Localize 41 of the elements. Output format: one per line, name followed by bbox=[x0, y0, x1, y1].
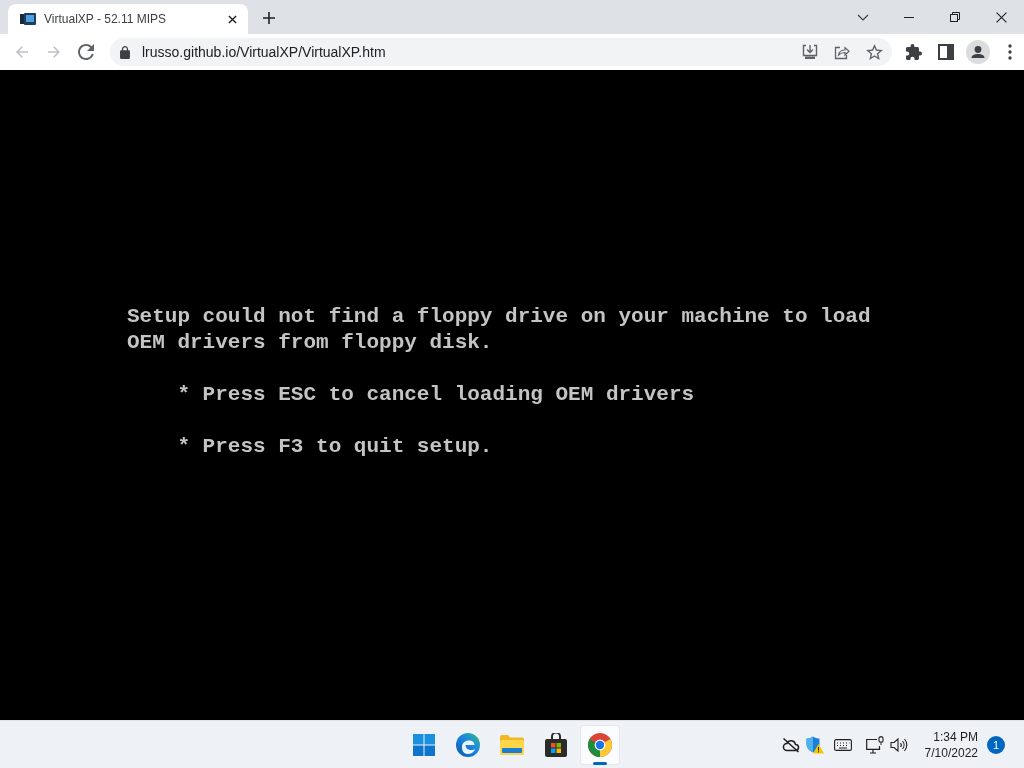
minimize-icon bbox=[904, 16, 914, 18]
clock-button[interactable]: 1:34 PM 7/10/2022 bbox=[918, 724, 984, 765]
browser-logo-icon bbox=[588, 732, 612, 757]
start-icon bbox=[413, 733, 435, 756]
lock-icon bbox=[120, 45, 130, 59]
speaker-icon bbox=[889, 736, 908, 753]
share-icon bbox=[834, 44, 850, 60]
chevron-down-icon bbox=[857, 13, 869, 21]
browser-tab[interactable]: VirtualXP - 52.11 MIPS bbox=[8, 4, 248, 34]
back-arrow-icon bbox=[14, 44, 30, 60]
active-indicator bbox=[593, 761, 607, 765]
forward-arrow-icon bbox=[46, 44, 62, 60]
monitor-icon bbox=[20, 13, 36, 25]
profile-button[interactable] bbox=[964, 38, 992, 66]
folder-icon bbox=[500, 734, 524, 755]
shopping-bag-icon bbox=[545, 732, 567, 757]
tab-title: VirtualXP - 52.11 MIPS bbox=[44, 12, 168, 26]
setup-message: Setup could not find a floppy drive on your machine to load OEM drivers from floppy disk. bbox=[127, 304, 872, 356]
setup-option: * Press F3 to quit setup. bbox=[127, 434, 493, 460]
setup-option: * Press ESC to cancel loading OEM drivers bbox=[127, 382, 695, 408]
star-icon bbox=[865, 44, 883, 60]
clock-date: 7/10/2022 bbox=[924, 744, 978, 761]
side-panel-icon bbox=[938, 44, 954, 60]
notification-badge[interactable]: 1 bbox=[987, 735, 1005, 754]
wired-network-icon bbox=[865, 735, 884, 754]
close-icon bbox=[227, 14, 237, 24]
keyboard-icon bbox=[833, 738, 852, 751]
download-monitor-icon bbox=[802, 44, 818, 60]
reload-icon bbox=[78, 44, 94, 60]
cloud-off-icon bbox=[781, 736, 800, 753]
menu-dots-icon bbox=[1008, 44, 1012, 60]
restore-icon bbox=[950, 12, 960, 22]
plus-icon bbox=[263, 12, 275, 24]
shield-warning-icon bbox=[805, 735, 824, 754]
close-icon bbox=[995, 11, 1007, 23]
swirl-icon bbox=[456, 732, 480, 757]
avatar-icon bbox=[966, 40, 990, 64]
puzzle-icon bbox=[906, 44, 922, 60]
clock-time: 1:34 PM bbox=[933, 728, 978, 745]
address-text: lrusso.github.io/VirtualXP/VirtualXP.htm bbox=[142, 44, 386, 60]
address-bar[interactable]: lrusso.github.io/VirtualXP/VirtualXP.htm bbox=[110, 38, 892, 66]
